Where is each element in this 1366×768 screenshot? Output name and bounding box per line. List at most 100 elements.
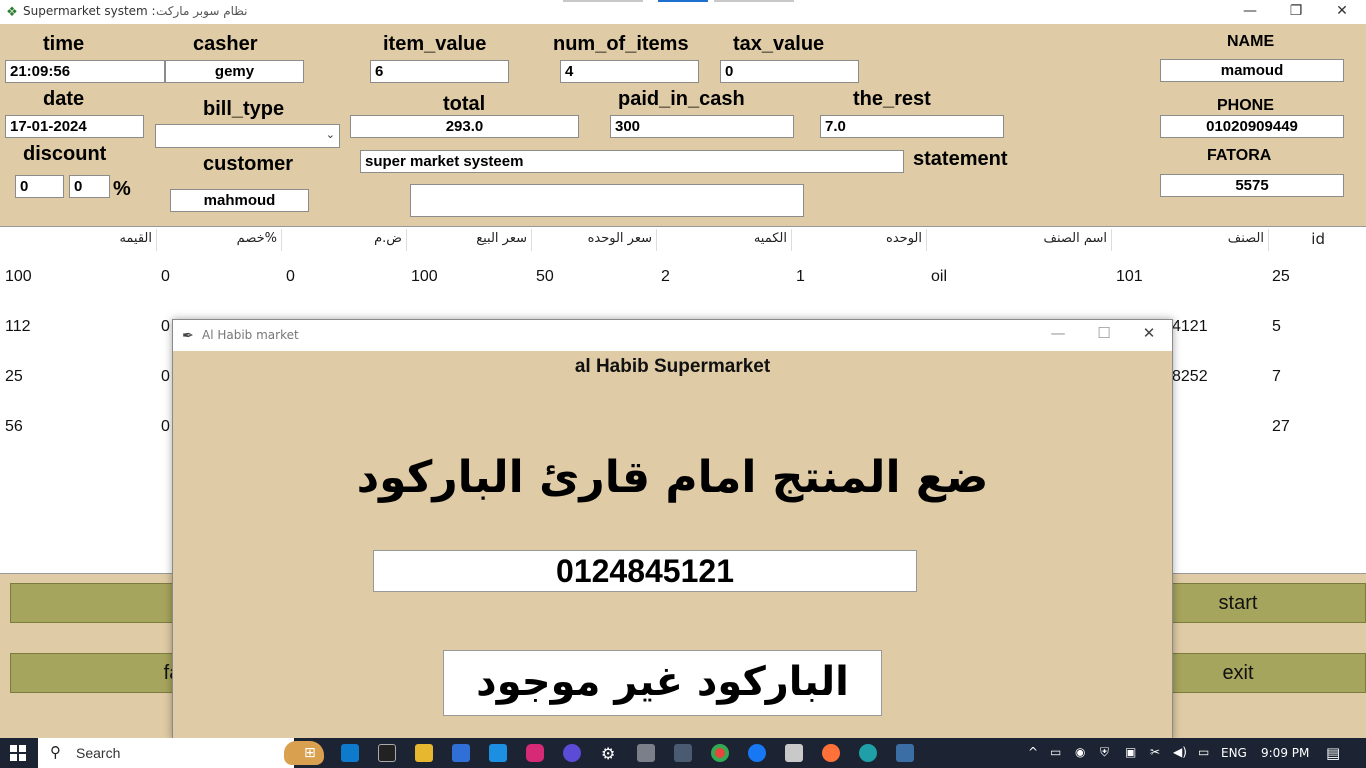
settings-icon[interactable]: ⚙ [601, 744, 615, 763]
app-icon-grey[interactable] [637, 744, 655, 762]
the-rest-field[interactable]: 7.0 [820, 115, 1004, 138]
discount-field-1[interactable]: 0 [15, 175, 64, 198]
customer-field[interactable]: mahmoud [170, 189, 309, 212]
instagram-icon[interactable] [526, 744, 544, 762]
item-value-label: item_value [383, 33, 487, 55]
statement-extra-field[interactable] [410, 184, 804, 217]
language-indicator[interactable]: ENG [1221, 746, 1247, 760]
tray-security-icon[interactable]: ⛨ [1100, 745, 1109, 760]
barcode-status: الباركود غير موجود [443, 650, 882, 716]
tax-value-field[interactable]: 0 [720, 60, 859, 83]
table-header-id: id [1311, 230, 1325, 248]
popup-heading: al Habib Supermarket [574, 356, 771, 377]
statement-field[interactable]: super market systeem [360, 150, 904, 173]
taskbar-search[interactable]: ⚲ Search [38, 738, 324, 768]
app-icon-purple[interactable] [563, 744, 581, 762]
search-placeholder: Search [76, 745, 121, 761]
date-label: date [43, 88, 85, 110]
popup-close-button[interactable]: ✕ [1129, 324, 1169, 342]
table-header-unit-price: سعر الوحده [532, 229, 657, 251]
table-header-unit: الوحده [792, 229, 927, 251]
pycharm-icon[interactable] [378, 744, 396, 762]
tray-app-icon[interactable]: ▣ [1125, 745, 1136, 759]
tax-value-label: tax_value [733, 33, 825, 55]
active-app-icon[interactable] [674, 744, 692, 762]
app-icon: ❖ [6, 4, 18, 19]
tray-ime-icon[interactable]: ✂ [1150, 745, 1160, 759]
store-icon[interactable] [452, 744, 470, 762]
popup-minimize-button[interactable]: — [1038, 324, 1078, 342]
cell-unit-price: 50 [536, 268, 554, 285]
search-icon: ⚲ [50, 743, 61, 761]
notifications-icon[interactable]: ▤ [1326, 744, 1340, 762]
mail-icon[interactable] [489, 744, 507, 762]
facebook-icon[interactable] [748, 744, 766, 762]
table-header-sale-price: سعر البيع [407, 229, 532, 251]
customer-label: customer [203, 153, 294, 175]
window-title-arabic: نظام سوبر ماركت [156, 4, 248, 18]
network-icon[interactable]: ▭ [1198, 745, 1209, 759]
item-value-field[interactable]: 6 [370, 60, 509, 83]
close-button[interactable]: ✕ [1319, 0, 1365, 24]
cell-quantity: 2 [661, 268, 670, 285]
cell-id: 25 [1272, 268, 1290, 285]
date-field[interactable]: 17-01-2024 [5, 115, 144, 138]
fatora-field[interactable]: 5575 [1160, 174, 1344, 197]
edge-icon[interactable] [859, 744, 877, 762]
tray-chevron-icon[interactable]: ^ [1028, 745, 1038, 759]
cell-sale-price: 100 [411, 268, 438, 285]
chevron-down-icon: ⌄ [325, 128, 335, 141]
paid-in-cash-label: paid_in_cash [618, 88, 745, 110]
restore-button[interactable]: ❐ [1273, 0, 1319, 24]
table-header-discount: خصم% [157, 229, 282, 251]
titlebar-strip [714, 0, 794, 2]
task-view-icon[interactable]: ⊞ [304, 745, 316, 761]
file-explorer-icon[interactable] [415, 744, 433, 762]
barcode-input[interactable]: 0124845121 [373, 550, 917, 592]
phone-field[interactable]: 01020909449 [1160, 115, 1344, 138]
vscode-icon[interactable] [341, 744, 359, 762]
bill-type-select[interactable]: ⌄ [155, 124, 340, 148]
python-app-icon[interactable] [896, 744, 914, 762]
taskbar: ⚲ Search ⊞ ⚙ ^ ▭ ◉ ⛨ ▣ ✂ ◀) ▭ ENG 9:09 P… [0, 738, 1366, 768]
table-header-item-name: اسم الصنف [927, 229, 1112, 251]
cell-value: 25 [5, 368, 23, 385]
casher-label: casher [193, 33, 258, 55]
chrome-icon[interactable] [711, 744, 729, 762]
fatora-label: FATORA [1207, 147, 1272, 164]
cell-value: 100 [5, 268, 32, 285]
paid-in-cash-field[interactable]: 300 [610, 115, 794, 138]
cell-discount: 0 [161, 318, 170, 335]
volume-icon[interactable]: ◀) [1173, 745, 1187, 759]
barcode-popup-window[interactable]: ✒ Al Habib market — ☐ ✕ al Habib Superma… [172, 319, 1173, 740]
cell-value: 56 [5, 418, 23, 435]
total-field[interactable]: 293.0 [350, 115, 579, 138]
name-field[interactable]: mamoud [1160, 59, 1344, 82]
tray-camera-icon[interactable]: ◉ [1075, 745, 1085, 759]
clock[interactable]: 9:09 PM [1261, 746, 1309, 760]
table-header-item: الصنف [1112, 229, 1269, 251]
time-label: time [43, 33, 85, 55]
cell-tax: 0 [286, 268, 295, 285]
cell-id: 27 [1272, 418, 1290, 435]
cell-item: 4121 [1172, 318, 1208, 335]
cell-discount: 0 [161, 368, 170, 385]
num-of-items-field[interactable]: 4 [560, 60, 699, 83]
the-rest-label: the_rest [853, 88, 931, 110]
casher-field[interactable]: gemy [165, 60, 304, 83]
discount-label: discount [23, 143, 107, 165]
firefox-icon[interactable] [822, 744, 840, 762]
table-header-quantity: الكميه [657, 229, 792, 251]
discount-field-2[interactable]: 0 [69, 175, 110, 198]
main-titlebar: ❖ Supermarket system : نظام سوبر ماركت —… [0, 0, 1366, 24]
minimize-button[interactable]: — [1227, 0, 1273, 24]
tray-device-icon[interactable]: ▭ [1050, 745, 1061, 759]
cell-id: 5 [1272, 318, 1281, 335]
phone-label: PHONE [1217, 97, 1274, 114]
app-icon-light[interactable] [785, 744, 803, 762]
time-field[interactable]: 21:09:56 [5, 60, 165, 83]
titlebar-strip [563, 0, 643, 2]
windows-start-icon[interactable] [10, 745, 26, 761]
total-label: total [443, 93, 486, 115]
popup-maximize-button[interactable]: ☐ [1084, 324, 1124, 342]
